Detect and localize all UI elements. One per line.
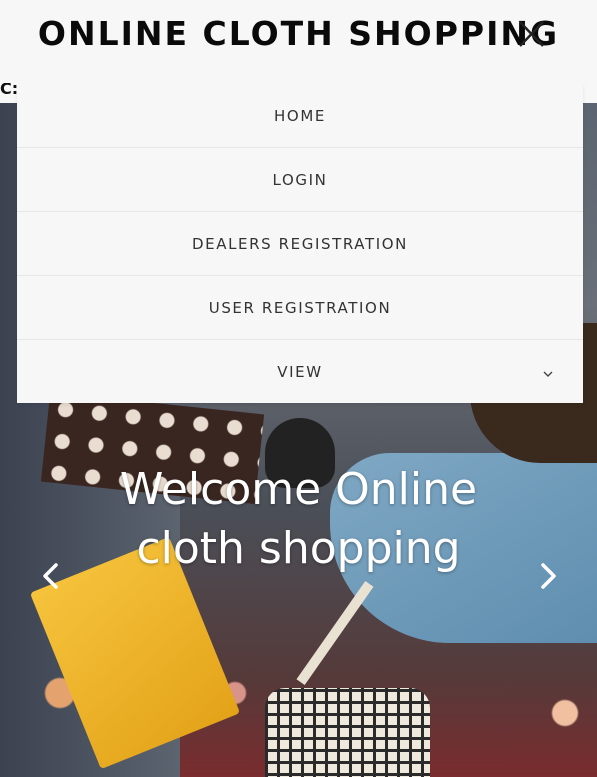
nav-item-label: LOGIN: [272, 170, 328, 189]
nav-menu: HOME LOGIN DEALERS REGISTRATION USER REG…: [17, 84, 583, 403]
nav-item-label: VIEW: [277, 362, 323, 381]
site-brand[interactable]: ONLINE CLOTH SHOPPING: [0, 14, 597, 53]
site-header: ONLINE CLOTH SHOPPING: [0, 0, 597, 83]
nav-item-user-registration[interactable]: USER REGISTRATION: [17, 276, 583, 340]
nav-item-label: HOME: [274, 106, 326, 125]
nav-item-view[interactable]: VIEW: [17, 340, 583, 403]
nav-item-label: DEALERS REGISTRATION: [192, 234, 408, 253]
chevron-left-icon[interactable]: [33, 558, 69, 594]
chevron-right-icon[interactable]: [530, 558, 566, 594]
nav-item-home[interactable]: HOME: [17, 84, 583, 148]
caption-line-2: cloth shopping: [136, 523, 461, 574]
nav-item-label: USER REGISTRATION: [208, 298, 392, 317]
nav-item-dealers-registration[interactable]: DEALERS REGISTRATION: [17, 212, 583, 276]
hero-caption: Welcome Online cloth shopping: [0, 460, 597, 578]
caption-line-1: Welcome Online: [119, 464, 478, 515]
close-icon[interactable]: [513, 16, 549, 52]
nav-item-login[interactable]: LOGIN: [17, 148, 583, 212]
plaid-handbag: [265, 688, 430, 777]
chevron-down-icon[interactable]: [542, 366, 554, 378]
